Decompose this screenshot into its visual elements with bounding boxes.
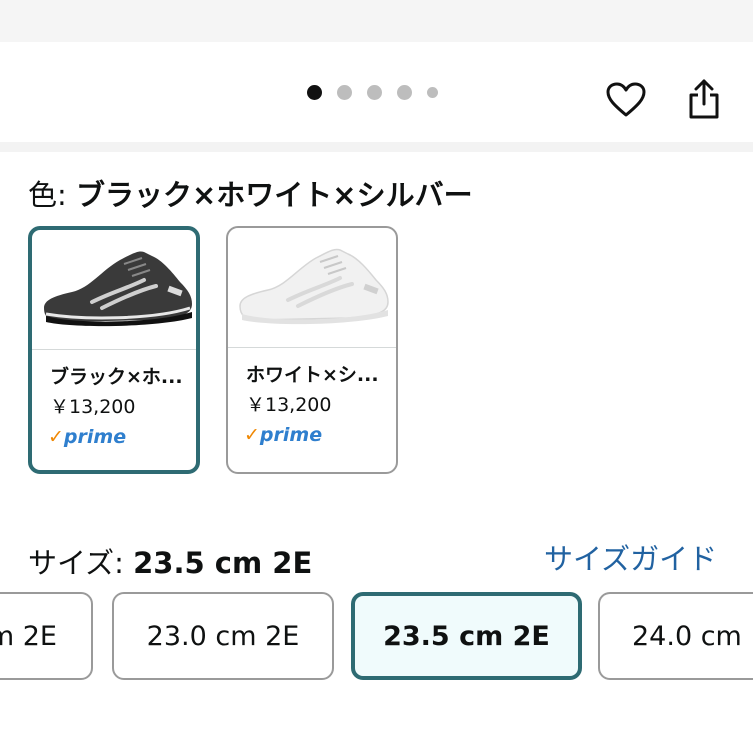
size-option-label: 24.0 cm <box>632 620 742 652</box>
carousel-dot-4[interactable] <box>397 84 412 100</box>
prime-check-icon: ✓ <box>244 424 260 446</box>
image-carousel-header <box>0 42 753 143</box>
size-option-23-5[interactable]: 23.5 cm 2E <box>351 592 582 680</box>
section-divider <box>0 142 753 152</box>
size-option-22-5[interactable]: m 2E <box>0 592 93 680</box>
size-option-label: m 2E <box>0 620 57 652</box>
carousel-dot-3[interactable] <box>367 84 382 100</box>
share-icon <box>689 79 719 119</box>
share-button[interactable] <box>683 76 725 122</box>
color-label: 色: <box>28 178 76 212</box>
prime-label: prime <box>63 426 127 448</box>
carousel-dot-5[interactable] <box>427 86 438 98</box>
carousel-dots <box>307 84 438 100</box>
size-option-24-0[interactable]: 24.0 cm <box>598 592 753 680</box>
color-option-name: ホワイト×シ... <box>246 364 379 386</box>
top-bar <box>0 0 753 42</box>
selected-size: 23.5 cm 2E <box>133 546 313 580</box>
size-option-23-0[interactable]: 23.0 cm 2E <box>112 592 334 680</box>
size-option-label: 23.5 cm 2E <box>383 620 550 652</box>
size-guide-link[interactable]: サイズガイド <box>544 536 717 578</box>
color-option-price: ￥13,200 <box>50 396 136 418</box>
heart-icon <box>606 82 646 117</box>
prime-badge: ✓prime <box>48 426 126 448</box>
color-option-name: ブラック×ホ... <box>50 366 183 388</box>
selected-color: ブラック×ホワイト×シルバー <box>76 178 473 212</box>
shoe-image-white <box>228 228 396 348</box>
shoe-image-black <box>32 230 196 350</box>
color-option-black[interactable]: ブラック×ホ... ￥13,200 ✓prime <box>28 226 200 474</box>
color-option-white[interactable]: ホワイト×シ... ￥13,200 ✓prime <box>226 226 398 474</box>
prime-badge: ✓prime <box>244 424 322 446</box>
color-option-price: ￥13,200 <box>246 394 332 416</box>
size-label: サイズ: <box>28 546 134 580</box>
prime-check-icon: ✓ <box>48 426 64 448</box>
size-option-label: 23.0 cm 2E <box>146 620 300 652</box>
prime-label: prime <box>259 424 323 446</box>
carousel-dot-1[interactable] <box>307 84 322 100</box>
size-selection-label: サイズ: 23.5 cm 2E <box>28 540 312 582</box>
carousel-dot-2[interactable] <box>337 84 352 100</box>
favorite-button[interactable] <box>604 78 648 122</box>
color-selection-label: 色: ブラック×ホワイト×シルバー <box>28 172 473 214</box>
